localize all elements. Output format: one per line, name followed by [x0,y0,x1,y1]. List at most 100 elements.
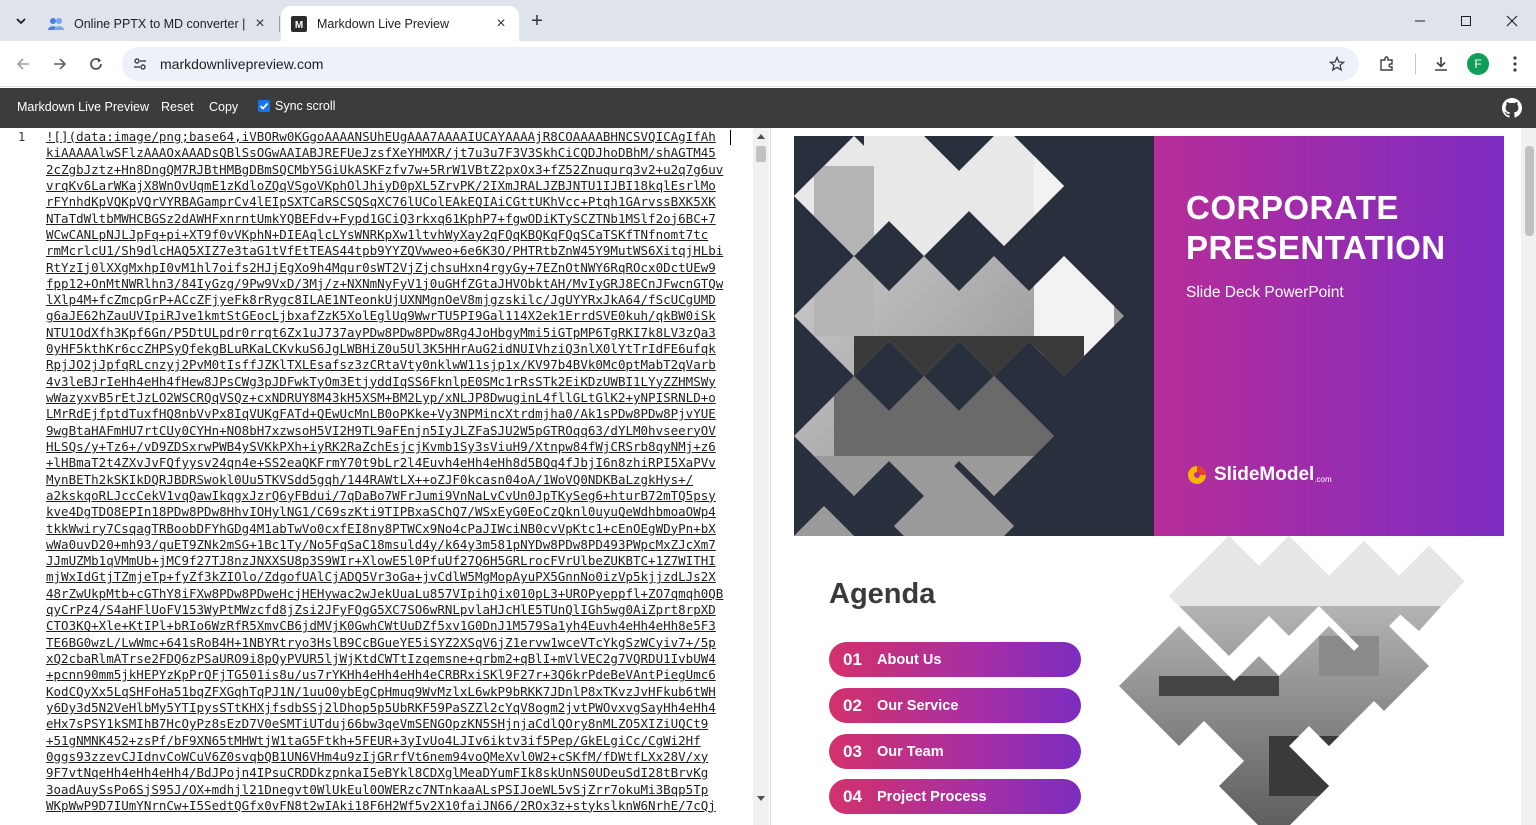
code-line: wWa0uvD20+mh93/quET9ZNk2mSG+1Bc1Ty/No5Fq… [46,536,716,552]
preview-scrollbar[interactable] [1521,128,1536,825]
reset-button[interactable]: Reset [161,100,194,114]
slidemodel-logo: SlideModel .com [1186,464,1332,486]
code-line: eHx7sPSY1kSMIhB7HcOyPz8sEzD7V0eSMTiUTduj… [46,716,709,732]
code-line: ![](data:image/png;base64,iVBORw0KGgoAAA… [46,129,716,144]
code-line: RtYzIj0lXXgMxhpI0vM1hl7oifs2HJjEgXo9h4Mq… [46,259,716,275]
code-line: WCwCANLpNJLJpFq+pi+XT9f0vVKphN+DIEAqlcLY… [46,226,709,242]
agenda-item: 03 Our Team [829,734,1081,769]
extensions-button[interactable] [1374,51,1400,77]
editor-scrollbar[interactable] [753,128,769,825]
code-line: 4v3leBJrIeHh4eHh4fHew8JPsCWg3pJDFwkTyOm3… [46,373,716,389]
markdown-preview: CORPORATE PRESENTATION Slide Deck PowerP… [770,128,1536,825]
app-header: Markdown Live Preview Reset Copy Sync sc… [0,88,1536,128]
editor-text-area[interactable]: ![](data:image/png;base64,iVBORw0KGgoAAA… [46,129,740,814]
slide-subtitle: Slide Deck PowerPoint [1186,284,1344,301]
code-line: g6aJE62hZauUVIpiRJve1kmtStGEocLjbxafZzK5… [46,308,716,324]
close-icon[interactable]: × [252,15,268,32]
close-window-button[interactable] [1489,0,1535,41]
browser-menu-button[interactable] [1502,51,1528,77]
tab-title: Markdown Live Preview [317,16,449,31]
more-vert-icon [1513,56,1517,72]
agenda-title: Agenda [829,578,936,610]
code-line: 3oadAuySsPo6SjS95J/OX+mdhjl21Dnegvt0WlUk… [46,781,709,797]
code-line: tkkWwiry7CsqagTRBoobDFYhGDg4M1abTwVo0cxf… [46,520,716,536]
scroll-up-arrow-icon[interactable] [757,134,765,139]
tab-search-button[interactable] [8,8,34,34]
code-line: wWazyxvB5rEtJzLO2WSCRQqVSQz+cxNDRUY8M43k… [46,390,716,405]
code-line: +51gNMNK452+zsPf/bF9XN65tMHWtjW1taG5Ftkh… [46,732,701,748]
code-line: NTaTdWltbMWHCBGSz2dAWHFxnrntUmkYQBEFdv+F… [46,210,716,226]
arrow-left-icon [16,58,29,70]
forward-button[interactable] [46,50,74,78]
bookmark-star-icon[interactable] [1327,54,1347,74]
code-line: CTO3KQ+Xle+KtIPl+bRIo6WzRfR5XmvCB6jdMVjK… [46,618,716,634]
agenda-number: 01 [843,649,862,669]
agenda-label: Our Team [877,743,944,760]
maximize-icon [1461,15,1471,26]
code-line: lXlp4M+fcZmcpGrP+ACcZFjyeFk8rRygc8ILAE1N… [46,292,716,308]
preview-scrollbar-thumb[interactable] [1525,146,1534,236]
code-line: 9F7vtNqeHh4eHh4eHh4/BdJPojn4IPsuCRDDkzpn… [46,765,709,781]
toolbar-separator [1415,54,1416,74]
agenda-number: 02 [843,695,862,715]
downloads-button[interactable] [1428,51,1454,77]
close-icon[interactable]: × [493,15,509,32]
arrow-right-icon [54,58,67,70]
code-line: 9wgBtaHAFmHU7rtCUy0CYHn+NO8bH7xzwsoH5VI2… [46,422,716,438]
agenda-item: 04 Project Process [829,779,1081,814]
line-number-gutter: 1 [0,128,40,825]
agenda-number: 03 [843,741,862,761]
corporate-presentation-slide-image: CORPORATE PRESENTATION Slide Deck PowerP… [794,136,1504,536]
slide-title-line2: PRESENTATION [1186,229,1446,266]
code-line: a2kskqoRLJccCekV1vqQawIkqgxJzrQ6yFBdui/7… [46,487,716,503]
code-line: WKpWwP9D7IUmYNrnCw+I5SedtQGfx0vFN8t2wIAk… [46,797,716,813]
maximize-button[interactable] [1443,0,1489,41]
code-line: vrqKv6LarWKajX8WnOvUqmE1zKdloZQqVSgoVKph… [46,177,716,193]
agenda-item: 02 Our Service [829,688,1081,723]
logo-suffix: .com [1314,474,1332,484]
sync-scroll-label: Sync scroll [275,99,336,113]
minimize-button[interactable] [1397,0,1443,41]
tab-separator [279,16,280,32]
code-line: mjWxIdGtjTZmjeTp+fyZf3kZIOlo/ZdgofUAlCjA… [46,569,716,585]
office-photo-collage [794,136,1124,536]
agenda-label: Our Service [877,697,959,714]
address-bar[interactable]: markdownlivepreview.com [122,47,1359,81]
agenda-label: About Us [877,651,942,668]
back-button[interactable] [9,50,37,78]
github-icon[interactable] [1502,98,1522,118]
code-line: HLSQs/y+Tz6+/vD9ZDSxrwPWB4ySVKkPXh+iyRK2… [46,438,716,454]
sync-scroll-checkbox[interactable] [258,100,270,112]
markdown-editor[interactable]: 1 ![](data:image/png;base64,iVBORw0KGgoA… [0,128,769,825]
code-line: qyCrPz4/S4aHFlUoFV153WyPtMWzcfd8jZsi2JFy… [46,602,716,618]
slide-title: CORPORATE PRESENTATION [1186,188,1446,268]
profile-avatar[interactable]: F [1467,53,1489,75]
editor-scrollbar-thumb[interactable] [756,146,766,162]
site-settings-icon[interactable] [130,54,150,74]
download-icon [1435,57,1447,71]
markdown-m-icon: M [291,15,307,32]
new-tab-button[interactable]: + [524,9,550,33]
copy-button[interactable]: Copy [209,100,238,114]
people-icon [48,17,64,30]
code-line: RpjJO2jJpfqRLcnzyj2PvM0tIsffJZKlTXLEsafs… [46,357,716,373]
text-cursor [730,130,731,145]
code-line: +lHBmaT2t4ZXvJvFQfyysv24qn4e+SS2eaQKFrmY… [46,455,716,471]
code-line: KodCQyXx5LqSHFoHa51bqZFXGqhTqPJ1N/1uuO0y… [46,683,716,699]
reload-button[interactable] [82,50,110,78]
code-line: xQ2cbaRlmATrse2FDQ6zPSaURO9i8pQyPVUR5ljW… [46,651,716,666]
scroll-down-arrow-icon[interactable] [757,796,765,801]
chevron-down-icon [16,18,26,25]
app-brand[interactable]: Markdown Live Preview [17,100,149,114]
tab-markdown-live-preview[interactable]: M Markdown Live Preview × [281,6,519,41]
browser-toolbar: markdownlivepreview.com F [0,41,1536,87]
tab-pptx-converter[interactable]: Online PPTX to MD converter | × [38,6,280,41]
sync-scroll-toggle[interactable]: Sync scroll [258,99,335,113]
code-line: 0ggs93zzevCJIdnvCoWCuV6Z0svqbQB1UN6VHm4u… [46,748,709,764]
code-line: rmMcrlcU1/Sh9dlcHAQ5XIZ7e3taG1tVfEtTEAS4… [46,243,724,259]
code-line: LMrRdEjfptdTuxfHQ8nbVvPx8IqVUKgFATd+QEwU… [46,406,716,422]
code-line: TE6BG0wzL/LwWmc+641sRoB4H+1NBYRtryo3HslB… [46,634,716,650]
code-line: MynBETh2kSKIkDQRJBDRSwokl0Uu5TKVSdd5gqh/… [46,471,694,487]
puzzle-icon [1380,56,1393,71]
slide-title-line1: CORPORATE [1186,189,1399,226]
